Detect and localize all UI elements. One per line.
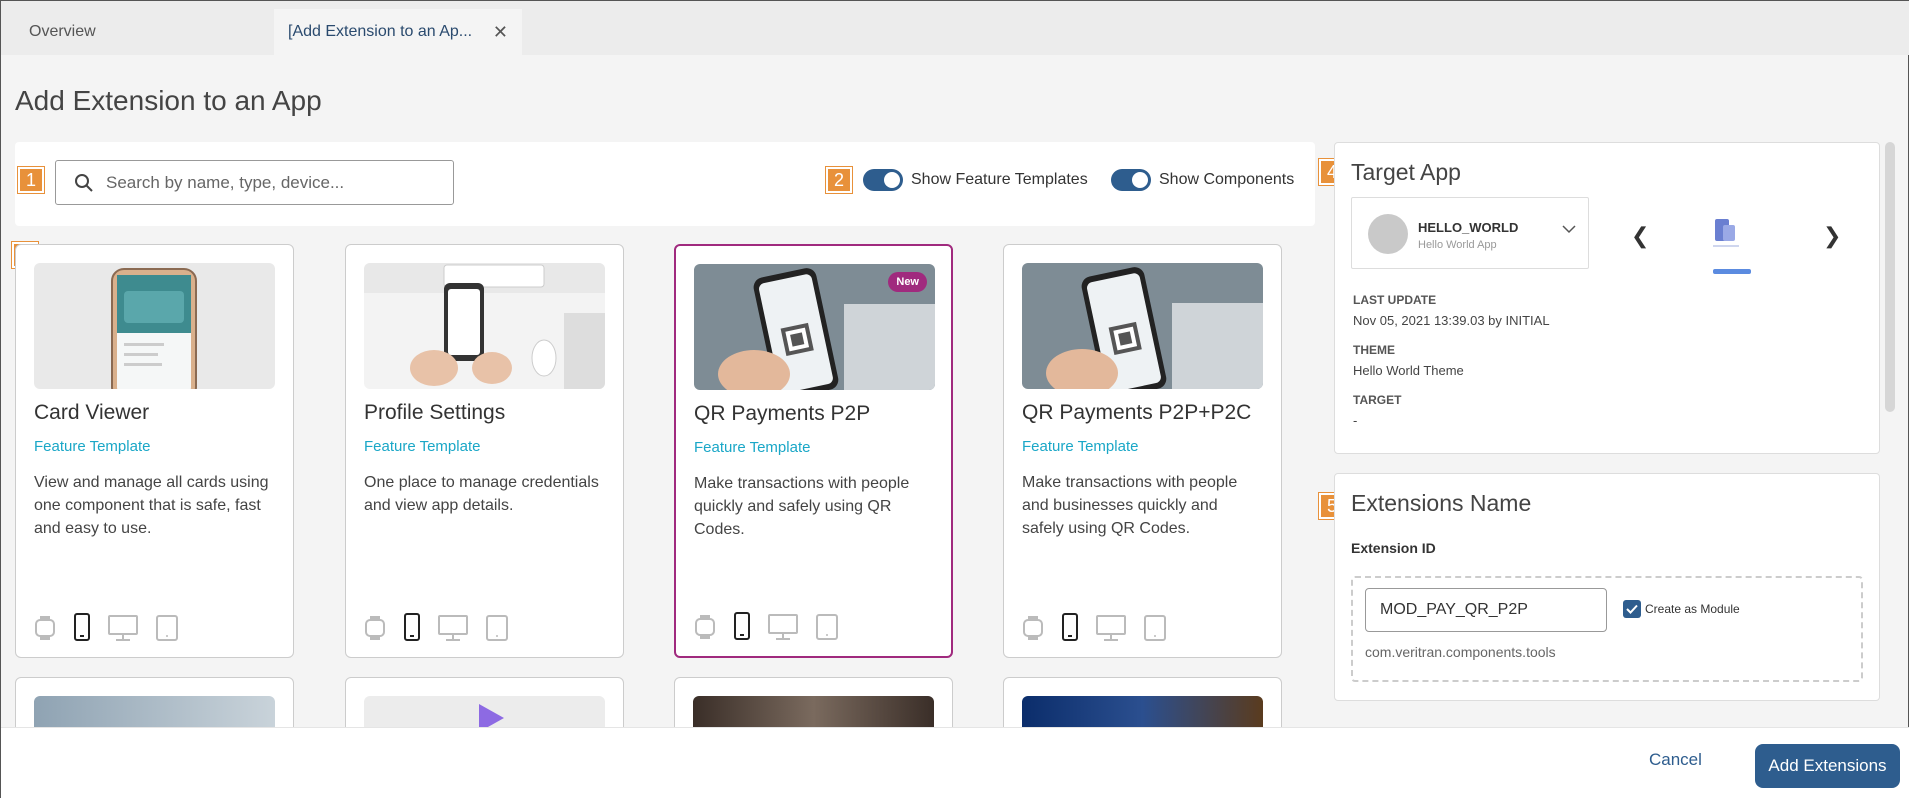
desktop-icon [438,615,468,641]
search-input[interactable] [106,170,436,196]
tab-add-extension-label: [Add Extension to an Ap... [288,23,473,40]
card-image: New [694,264,935,390]
target-value: - [1353,413,1358,428]
callout-badge: 2 [826,167,852,193]
card-title: Profile Settings [364,401,506,424]
tab-overview-label: Overview [29,23,96,40]
card-type: Feature Template [694,439,811,456]
chevron-down-icon [1562,225,1576,234]
cancel-button[interactable]: Cancel [1649,750,1702,770]
extension-id-label: Extension ID [1351,540,1436,556]
extensions-name-panel: Extensions Name Extension ID Create as M… [1334,473,1880,701]
device-icons [1022,613,1166,641]
close-icon[interactable]: ✕ [493,22,508,43]
page-title: Add Extension to an App [15,85,322,116]
watch-icon [695,615,715,639]
extensions-name-title: Extensions Name [1351,490,1532,516]
feature-templates-switch[interactable] [863,169,903,191]
app-name: HELLO_WORLD [1418,220,1519,235]
device-icons [34,613,178,641]
last-update-label: LAST UPDATE [1353,293,1437,307]
carousel-prev-button[interactable]: ❮ [1631,223,1649,249]
desktop-icon [1096,615,1126,641]
card-image [364,263,605,389]
extension-card[interactable]: QR Payments P2P+P2C Feature Template Mak… [1003,244,1282,658]
theme-label: THEME [1353,343,1395,357]
tab-bar: Overview [Add Extension to an Ap... ✕ [1,1,1909,55]
toggle-components[interactable]: Show Components [1111,169,1294,191]
extension-card[interactable]: Card Viewer Feature Template View and ma… [15,244,294,658]
card-description: One place to manage credentials and view… [364,474,599,514]
app-select-dropdown[interactable]: HELLO_WORLD Hello World App [1351,197,1589,269]
new-badge: New [888,272,927,292]
toggle-feature-templates[interactable]: Show Feature Templates [863,169,1088,191]
card-image [34,263,275,389]
theme-value: Hello World Theme [1353,363,1464,378]
tab-add-extension[interactable]: [Add Extension to an Ap... ✕ [274,9,522,55]
tablet-icon [486,615,508,641]
card-title: Card Viewer [34,401,150,424]
footer-bar: Cancel Add Extensions [1,727,1909,798]
app-avatar [1368,214,1408,254]
extension-card[interactable]: Profile Settings Feature Template One pl… [345,244,624,658]
card-description: View and manage all cards using one comp… [34,474,269,537]
last-update-value: Nov 05, 2021 13:39.03 by INITIAL [1353,313,1550,328]
toggle-feature-templates-label: Show Feature Templates [911,171,1088,188]
extension-id-input[interactable] [1365,588,1607,632]
tablet-icon [1144,615,1166,641]
add-extensions-button[interactable]: Add Extensions [1755,744,1900,788]
card-image [1022,263,1263,389]
components-switch[interactable] [1111,169,1151,191]
desktop-icon [108,615,138,641]
scrollbar[interactable] [1885,142,1895,412]
search-icon [75,174,93,192]
card-description: Make transactions with people and busine… [1022,474,1238,537]
target-app-panel: Target App HELLO_WORLD Hello World App ❮… [1334,142,1880,454]
card-title: QR Payments P2P+P2C [1022,401,1252,424]
device-icons [364,613,508,641]
desktop-icon [768,614,798,640]
target-label: TARGET [1353,393,1402,407]
extension-card-selected[interactable]: New QR Payments P2P Feature Template Mak… [674,244,953,658]
card-type: Feature Template [364,438,481,455]
filter-bar: Show Feature Templates Show Components [15,142,1315,226]
app-subtitle: Hello World App [1418,239,1497,251]
app-preview-thumbnail[interactable] [1707,215,1745,255]
watch-icon [35,616,55,640]
card-type: Feature Template [1022,438,1139,455]
checkbox-checked-icon[interactable] [1623,600,1641,618]
create-as-module-label: Create as Module [1645,602,1740,616]
toggle-components-label: Show Components [1159,171,1295,188]
phone-icon [1062,613,1078,641]
phone-icon [404,613,420,641]
phone-icon [74,613,90,641]
card-title: QR Payments P2P [694,402,871,425]
extension-id-box: Create as Module com.veritran.components… [1351,576,1863,682]
callout-badge: 1 [18,167,44,193]
carousel-indicator [1713,269,1751,274]
tablet-icon [816,614,838,640]
card-type: Feature Template [34,438,151,455]
phone-icon [734,612,750,640]
card-description: Make transactions with people quickly an… [694,475,910,538]
target-app-title: Target App [1351,159,1461,185]
tab-overview[interactable]: Overview [29,9,96,55]
search-box[interactable] [55,160,454,205]
package-name: com.veritran.components.tools [1365,644,1556,660]
device-icons [694,612,838,640]
watch-icon [365,616,385,640]
carousel-next-button[interactable]: ❯ [1823,223,1841,249]
create-as-module-checkbox[interactable]: Create as Module [1623,600,1740,618]
tablet-icon [156,615,178,641]
watch-icon [1023,616,1043,640]
